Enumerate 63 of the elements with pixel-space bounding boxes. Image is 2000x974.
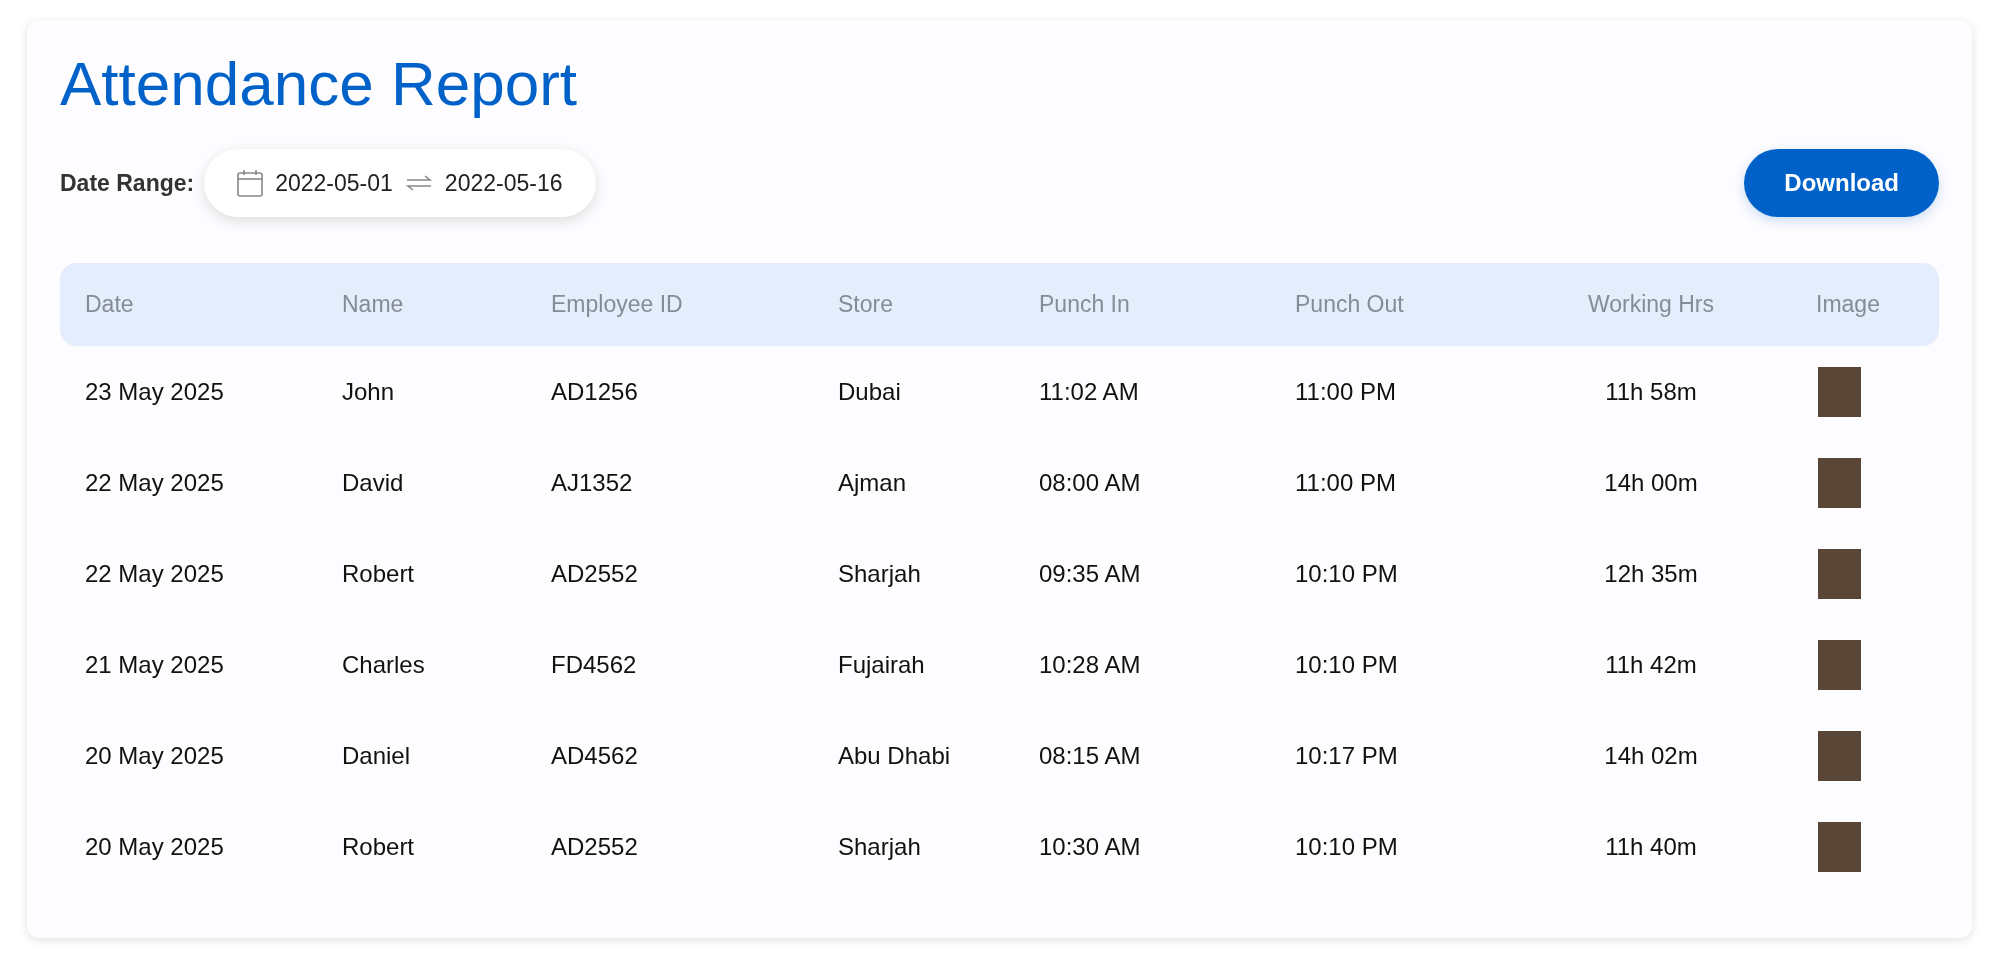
table-cell-text: 12h 35m (1604, 558, 1698, 589)
column-header: Working Hrs (1587, 290, 1715, 320)
column-header: Employee ID (550, 290, 684, 320)
photo-placeholder (1817, 457, 1861, 508)
table-cell-text: Sharjah (837, 831, 922, 862)
column-header: Store (837, 290, 894, 320)
start-date: 2022-05-01 (275, 168, 393, 198)
column-header: Name (341, 290, 405, 320)
table-cell-text: Ajman (837, 467, 908, 498)
table-cell-text: 09:35 AM (1038, 558, 1142, 589)
photo-placeholder (1817, 548, 1861, 599)
table-cell-text: 14h 00m (1604, 467, 1698, 498)
table-cell-text: AD2552 (550, 831, 639, 862)
column-header: Punch Out (1294, 290, 1405, 320)
table-cell-text: 11h 40m (1605, 831, 1697, 862)
table-cell-text: Sharjah (837, 558, 922, 589)
table-cell-text: 10:28 AM (1038, 649, 1142, 680)
download-button[interactable]: Download (1744, 149, 1939, 217)
column-header: Punch In (1038, 290, 1131, 320)
table-cell-text: AD2552 (550, 558, 639, 589)
table-cell-text: Charles (341, 649, 426, 680)
table-cell-text: Robert (341, 558, 416, 589)
table-cell-text: David (341, 467, 405, 498)
table-cell-text: 21 May 2025 (84, 649, 225, 680)
table-cell-text: 08:00 AM (1038, 467, 1142, 498)
table-cell-text: Daniel (341, 740, 412, 771)
table-cell-text: 22 May 2025 (84, 467, 225, 498)
table-cell-text: Robert (341, 831, 416, 862)
table-cell-text: 11:00 PM (1294, 376, 1397, 407)
table-cell-text: Abu Dhabi (837, 740, 952, 771)
column-header: Image (1816, 290, 1880, 320)
table-cell-text: 22 May 2025 (84, 558, 225, 589)
table-cell-text: 11h 58m (1605, 376, 1697, 407)
table-cell-text: Dubai (837, 376, 902, 407)
table-cell-text: 10:17 PM (1294, 740, 1399, 771)
table-cell-text: 14h 02m (1604, 740, 1698, 771)
table-cell-text: 20 May 2025 (84, 831, 225, 862)
table-cell-text: FD4562 (550, 649, 638, 680)
photo-placeholder (1817, 821, 1861, 872)
date-range-picker[interactable]: 2022-05-01 2022-05-16 (204, 149, 596, 217)
photo-placeholder (1817, 730, 1861, 781)
table-cell-text: AD4562 (550, 740, 639, 771)
table-cell-text: 11h 42m (1605, 649, 1697, 680)
table-cell-text: John (341, 376, 396, 407)
table-cell-text: 08:15 AM (1038, 740, 1142, 771)
end-date: 2022-05-16 (444, 168, 563, 198)
column-header: Date (84, 290, 135, 320)
table-cell-text: AD1256 (550, 376, 639, 407)
table-cell-text: Fujairah (837, 649, 926, 680)
table-cell-text: 10:10 PM (1294, 558, 1399, 589)
table-cell-text: 10:10 PM (1294, 649, 1399, 680)
table-cell-text: 10:10 PM (1294, 831, 1399, 862)
page-title: Attendance Report (60, 48, 577, 120)
table-cell-text: 11:00 PM (1294, 467, 1397, 498)
table-cell-text: 11:02 AM (1038, 376, 1140, 407)
photo-placeholder (1817, 366, 1861, 417)
table-cell-text: 10:30 AM (1038, 831, 1142, 862)
table-cell-text: 23 May 2025 (84, 376, 225, 407)
photo-placeholder (1817, 639, 1861, 690)
date-range-label: Date Range: (60, 168, 195, 198)
table-cell-text: AJ1352 (550, 467, 634, 498)
table-cell-text: 20 May 2025 (84, 740, 225, 771)
calendar-icon (237, 169, 264, 197)
